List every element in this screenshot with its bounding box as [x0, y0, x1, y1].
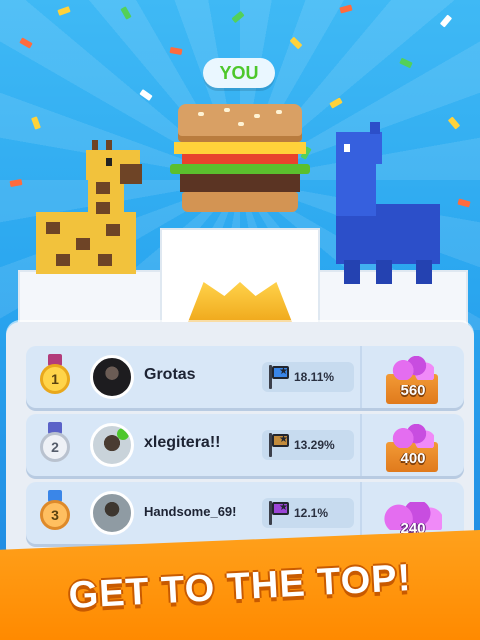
territory-share: ★ 13.29% — [262, 430, 354, 460]
giraffe-character — [36, 140, 146, 282]
territory-share: ★ 12.1% — [262, 498, 354, 528]
flag-icon: ★ — [268, 501, 290, 525]
avatar[interactable] — [90, 423, 134, 467]
territory-share: ★ 18.11% — [262, 362, 354, 392]
avatar[interactable] — [90, 355, 134, 399]
flag-icon: ★ — [268, 433, 290, 457]
reward-value: 560 — [400, 382, 426, 399]
reward: 560 — [376, 350, 450, 406]
podium-scene: YOU — [0, 0, 480, 330]
share-value: 13.29% — [294, 438, 335, 452]
leaderboard-panel: 1 Grotas ★ 18.11% 560 2 xlegitera!! ★ 13… — [6, 322, 474, 612]
player-name: xlegitera!! — [144, 434, 221, 451]
you-badge: YOU — [203, 58, 275, 88]
avatar[interactable] — [90, 491, 134, 535]
reward: 400 — [376, 418, 450, 474]
player-name: Handsome_69! — [144, 504, 237, 519]
flag-icon: ★ — [268, 365, 290, 389]
share-value: 12.1% — [294, 506, 329, 520]
silver-medal-icon: 2 — [40, 432, 70, 462]
llama-character — [330, 122, 450, 290]
burger-character — [170, 104, 310, 214]
player-name: Grotas — [144, 366, 196, 383]
share-value: 18.11% — [294, 370, 335, 384]
online-indicator-icon — [117, 428, 129, 440]
gold-medal-icon: 1 — [40, 364, 70, 394]
bronze-medal-icon: 3 — [40, 500, 70, 530]
reward-value: 400 — [400, 450, 426, 467]
leaderboard-row[interactable]: 1 Grotas ★ 18.11% 560 — [26, 346, 464, 408]
leaderboard-row[interactable]: 2 xlegitera!! ★ 13.29% 400 — [26, 414, 464, 476]
crown-icon — [188, 282, 292, 322]
